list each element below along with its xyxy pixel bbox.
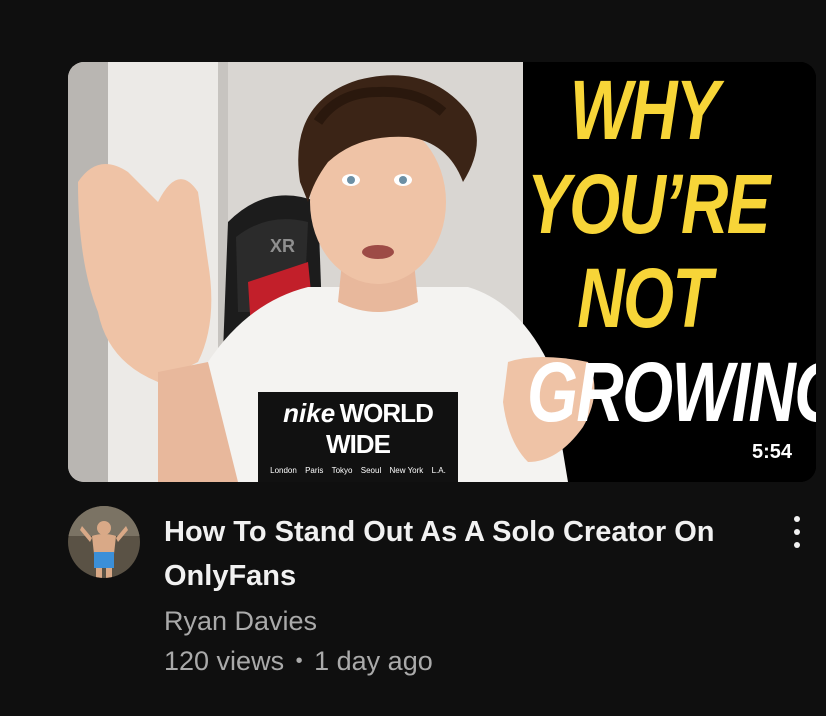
shirt-print: nike WORLD WIDE London Paris Tokyo Seoul… — [258, 398, 458, 475]
shirt-text: WORLD WIDE — [326, 398, 434, 459]
video-metadata: 120 views • 1 day ago — [164, 646, 433, 677]
avatar-image — [68, 506, 140, 578]
shirt-brand: nike — [283, 398, 336, 428]
headline-line-4: GROWING — [527, 345, 816, 439]
shirt-cities: London Paris Tokyo Seoul New York L.A. — [270, 466, 446, 475]
view-count: 120 views — [164, 646, 285, 676]
headline-line-2: YOU’RE — [527, 157, 770, 251]
channel-name[interactable]: Ryan Davies — [164, 606, 317, 637]
video-thumbnail[interactable]: XR WHY YOU’RE NOT GROWING nike WORLD WID… — [68, 62, 816, 482]
meta-separator: • — [295, 650, 303, 672]
more-vert-icon — [782, 512, 812, 552]
headline-line-1: WHY — [569, 63, 720, 157]
video-title[interactable]: How To Stand Out As A Solo Creator On On… — [164, 510, 754, 598]
channel-avatar[interactable] — [68, 506, 140, 578]
thumbnail-headline: WHY YOU’RE NOT GROWING — [494, 63, 816, 444]
duration-badge: 5:54 — [745, 437, 798, 468]
more-options-button[interactable] — [782, 512, 812, 552]
upload-age: 1 day ago — [314, 646, 433, 676]
chair-logo: XR — [270, 236, 295, 256]
headline-line-3: NOT — [577, 251, 712, 345]
